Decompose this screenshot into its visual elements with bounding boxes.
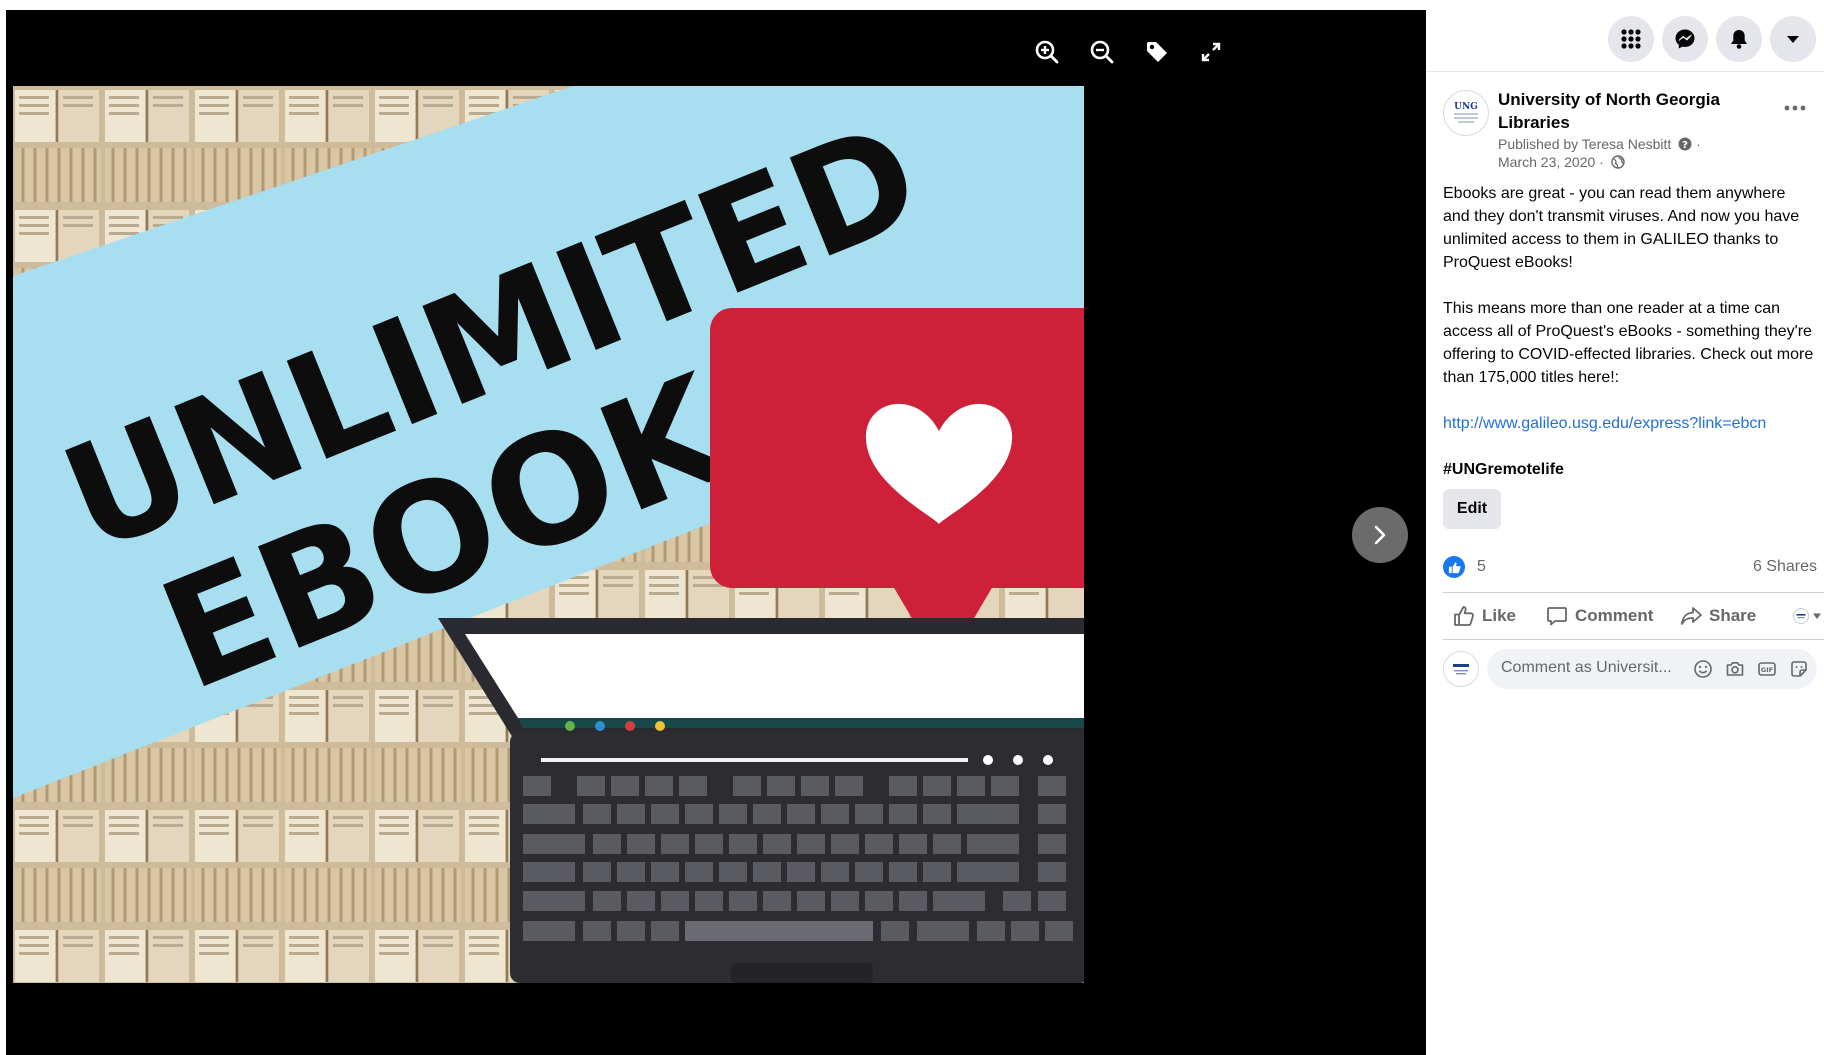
photo-viewer: UNLIMITED EBOOKS <box>6 10 1426 1055</box>
emoji-button[interactable] <box>1693 659 1713 679</box>
post-side-panel: UNG University of North Georgia Librarie… <box>1426 0 1824 1055</box>
sticker-icon <box>1791 661 1807 677</box>
zoom-in-icon <box>1035 40 1059 64</box>
post-options-button[interactable] <box>1779 98 1811 118</box>
hashtag-link[interactable]: #UNGremotelife <box>1443 461 1564 478</box>
share-icon <box>1681 607 1702 625</box>
comment-input[interactable]: Comment as Universit... GIF <box>1487 649 1817 689</box>
comment-label: Comment <box>1575 606 1654 625</box>
page-avatar-small-icon <box>1793 608 1809 624</box>
comment-composer: Comment as Universit... GIF <box>1443 649 1817 691</box>
zoom-out-icon <box>1090 40 1114 64</box>
publisher-text: Published by Teresa Nesbitt <box>1498 136 1672 152</box>
ung-logo-small-icon <box>1453 664 1469 675</box>
comment-icon <box>1547 607 1567 626</box>
share-label: Share <box>1709 606 1757 625</box>
reactions-summary: 5 6 Shares <box>1443 556 1817 580</box>
page-avatar[interactable]: UNG <box>1443 90 1489 136</box>
next-photo-button[interactable] <box>1352 507 1408 563</box>
post-link[interactable]: http://www.galileo.usg.edu/express?link=… <box>1443 415 1766 432</box>
notifications-button[interactable] <box>1716 16 1762 62</box>
globe-icon <box>1611 155 1625 169</box>
post-photo: UNLIMITED EBOOKS <box>13 86 1084 983</box>
gif-button[interactable]: GIF <box>1757 659 1777 679</box>
svg-text:GIF: GIF <box>1761 666 1773 674</box>
ung-logo-icon: UNG <box>1454 102 1478 123</box>
notifications-icon <box>1731 30 1747 49</box>
thumbs-up-icon <box>1448 561 1461 573</box>
like-icon <box>1454 606 1474 626</box>
post-paragraph-1: Ebooks are great - you can read them any… <box>1443 185 1800 271</box>
tag-photo-button[interactable] <box>1137 32 1177 72</box>
like-reaction-icon[interactable] <box>1443 556 1465 578</box>
fullscreen-button[interactable] <box>1191 32 1231 72</box>
separator-dot: · <box>1696 136 1701 152</box>
page-name-link[interactable]: University of North Georgia Libraries <box>1498 88 1748 134</box>
like-label: Like <box>1482 606 1517 625</box>
emoji-icon <box>1694 660 1712 678</box>
help-icon[interactable]: ? <box>1678 137 1692 151</box>
like-button[interactable]: Like <box>1453 597 1516 635</box>
shares-count[interactable]: 6 Shares <box>1753 558 1817 576</box>
edit-button[interactable]: Edit <box>1443 489 1501 529</box>
top-bar <box>1426 0 1824 72</box>
post-date-link[interactable]: March 23, 2020 · <box>1498 154 1604 170</box>
more-options-icon <box>1784 105 1806 111</box>
caret-down-icon <box>1813 613 1821 619</box>
post-actions: Like Comment Share <box>1443 592 1824 640</box>
sticker-button[interactable] <box>1789 659 1809 679</box>
fullscreen-icon <box>1201 42 1221 62</box>
account-caret-icon <box>1787 36 1799 43</box>
comment-placeholder: Comment as Universit... <box>1501 659 1672 676</box>
tag-icon <box>1147 42 1167 62</box>
share-button[interactable]: Share <box>1680 597 1756 635</box>
menu-grid-icon <box>1621 29 1641 49</box>
zoom-out-button[interactable] <box>1082 32 1122 72</box>
comment-button[interactable]: Comment <box>1546 597 1653 635</box>
menu-button[interactable] <box>1608 16 1654 62</box>
zoom-in-button[interactable] <box>1027 32 1067 72</box>
camera-icon <box>1726 662 1744 676</box>
post-paragraph-2: This means more than one reader at a tim… <box>1443 300 1814 386</box>
messenger-icon <box>1675 29 1695 49</box>
commenter-avatar[interactable] <box>1443 651 1479 687</box>
avatar-logo-text: UNG <box>1454 102 1478 112</box>
account-menu-button[interactable] <box>1770 16 1816 62</box>
post-as-selector[interactable] <box>1793 597 1822 635</box>
svg-text:?: ? <box>1682 140 1688 151</box>
date-line: March 23, 2020 · <box>1498 154 1625 170</box>
gif-icon: GIF <box>1758 662 1776 676</box>
reaction-count[interactable]: 5 <box>1477 558 1486 576</box>
photo-attach-button[interactable] <box>1725 659 1745 679</box>
publisher-line: Published by Teresa Nesbitt ? · <box>1498 136 1701 152</box>
chevron-right-icon <box>1374 525 1386 545</box>
photo-artwork: UNLIMITED EBOOKS <box>13 86 1084 983</box>
messenger-button[interactable] <box>1662 16 1708 62</box>
post-text: Ebooks are great - you can read them any… <box>1443 182 1815 504</box>
laptop-illustration <box>438 618 1084 983</box>
